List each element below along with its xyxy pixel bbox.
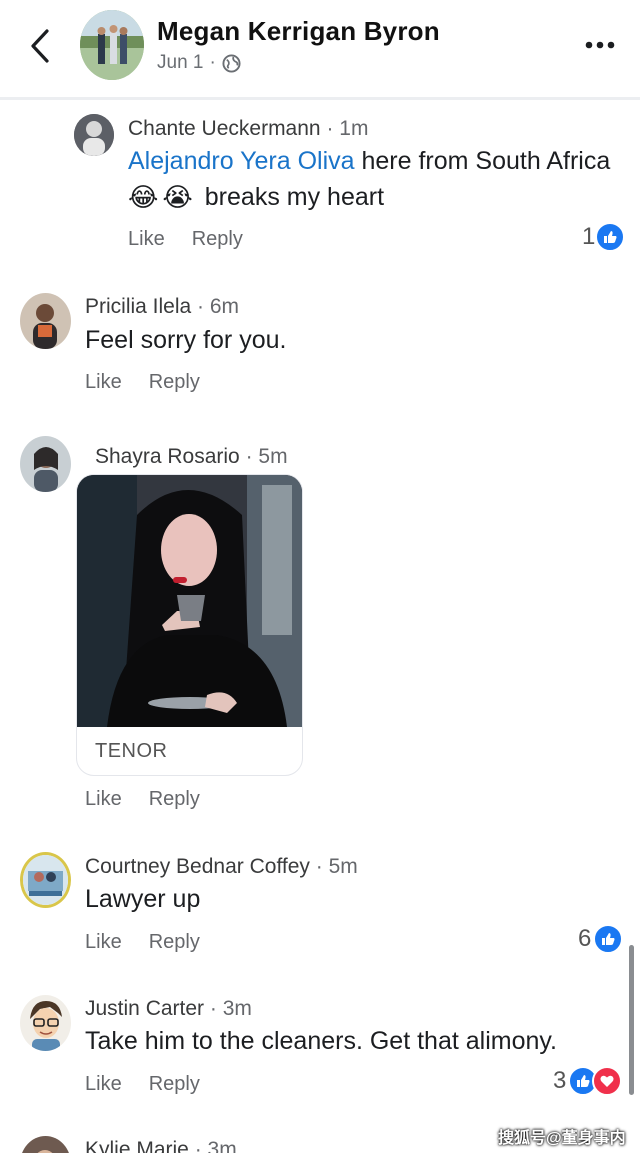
like-reaction-icon xyxy=(593,924,624,954)
post-date[interactable]: Jun 1 xyxy=(157,52,203,74)
gif-attachment[interactable]: TENOR xyxy=(76,474,303,776)
reaction-summary[interactable]: 3 xyxy=(553,1066,623,1096)
author-avatar[interactable] xyxy=(80,10,144,80)
comment-text-part: breaks my heart xyxy=(204,183,385,211)
comment-author[interactable]: Shayra Rosario · 5m xyxy=(95,445,288,469)
comment-author[interactable]: Justin Carter · 3m xyxy=(85,997,252,1021)
comment-text: Lawyer up xyxy=(85,885,201,913)
reply-button[interactable]: Reply xyxy=(149,371,200,394)
post-meta: Jun 1 · xyxy=(157,52,241,74)
back-button[interactable] xyxy=(20,24,60,68)
back-arrow-icon xyxy=(31,29,49,63)
comment-actions: Like Reply xyxy=(85,931,200,954)
more-options-button[interactable] xyxy=(580,30,620,60)
scrollbar[interactable] xyxy=(629,945,634,1095)
author-name[interactable]: Megan Kerrigan Byron xyxy=(157,16,440,47)
comment-time: · 3m xyxy=(209,997,252,1020)
commenter-avatar[interactable] xyxy=(20,852,71,908)
meta-separator: · xyxy=(209,52,216,73)
author-name[interactable]: Shayra Rosario xyxy=(95,445,240,468)
reply-button[interactable]: Reply xyxy=(192,228,243,251)
like-reaction-icon xyxy=(595,222,626,252)
emoji-laughing: 😂 xyxy=(128,182,159,212)
love-reaction-icon xyxy=(592,1066,623,1096)
watermark: 搜狐号@董身事内 xyxy=(498,1130,626,1147)
author-name[interactable]: Courtney Bednar Coffey xyxy=(85,855,310,878)
reaction-count: 6 xyxy=(578,925,592,952)
comment-text: Feel sorry for you. xyxy=(85,326,287,354)
comment-actions: Like Reply xyxy=(85,371,200,394)
reply-button[interactable]: Reply xyxy=(149,788,200,811)
gif-image[interactable] xyxy=(77,475,302,727)
like-button[interactable]: Like xyxy=(85,931,122,954)
gif-source-label: TENOR xyxy=(95,740,168,762)
comment-author[interactable]: Kylie Marie · 3m xyxy=(85,1138,237,1153)
comment-text: Take him to the cleaners. Get that alimo… xyxy=(85,1027,557,1055)
comment-actions: Like Reply xyxy=(85,788,200,811)
reaction-summary[interactable]: 6 xyxy=(578,924,624,954)
globe-icon xyxy=(222,53,241,73)
like-button[interactable]: Like xyxy=(85,371,122,394)
comment-time: · 3m xyxy=(194,1138,237,1153)
reply-button[interactable]: Reply xyxy=(149,1073,200,1096)
commenter-avatar[interactable] xyxy=(20,293,71,349)
commenter-avatar[interactable] xyxy=(20,1136,71,1153)
commenter-avatar[interactable] xyxy=(20,436,71,492)
like-button[interactable]: Like xyxy=(85,1073,122,1096)
reaction-summary[interactable]: 1 xyxy=(582,222,626,252)
like-button[interactable]: Like xyxy=(85,788,122,811)
author-name[interactable]: Chante Ueckermann xyxy=(128,117,321,140)
like-button[interactable]: Like xyxy=(128,228,165,251)
comment-text: Alejandro Yera Oliva here from South Afr… xyxy=(128,147,610,176)
reply-button[interactable]: Reply xyxy=(149,931,200,954)
author-name[interactable]: Pricilia Ilela xyxy=(85,295,191,318)
comment-time: · 1m xyxy=(326,117,369,140)
comment-author[interactable]: Pricilia Ilela · 6m xyxy=(85,295,239,319)
comment-actions: Like Reply xyxy=(128,228,243,251)
more-options-icon xyxy=(585,41,615,49)
comment-text-part: here from South Africa xyxy=(354,147,611,175)
mention-link[interactable]: Alejandro Yera Oliva xyxy=(128,147,355,175)
comment-time: · 5m xyxy=(245,445,288,468)
comment-text-line2: 😂 😭 breaks my heart xyxy=(128,182,384,213)
commenter-avatar[interactable] xyxy=(74,114,114,156)
comment-time: · 5m xyxy=(315,855,358,878)
emoji-crying: 😭 xyxy=(162,182,193,212)
reaction-count: 1 xyxy=(582,223,596,250)
comment-author[interactable]: Chante Ueckermann · 1m xyxy=(128,117,368,141)
comment-time: · 6m xyxy=(197,295,240,318)
comment-actions: Like Reply xyxy=(85,1073,200,1096)
commenter-avatar[interactable] xyxy=(20,995,71,1051)
post-header: Megan Kerrigan Byron Jun 1 · xyxy=(0,0,640,100)
author-name[interactable]: Justin Carter xyxy=(85,997,204,1020)
reaction-count: 3 xyxy=(553,1067,567,1094)
author-name[interactable]: Kylie Marie xyxy=(85,1138,189,1153)
comment-author[interactable]: Courtney Bednar Coffey · 5m xyxy=(85,855,358,879)
